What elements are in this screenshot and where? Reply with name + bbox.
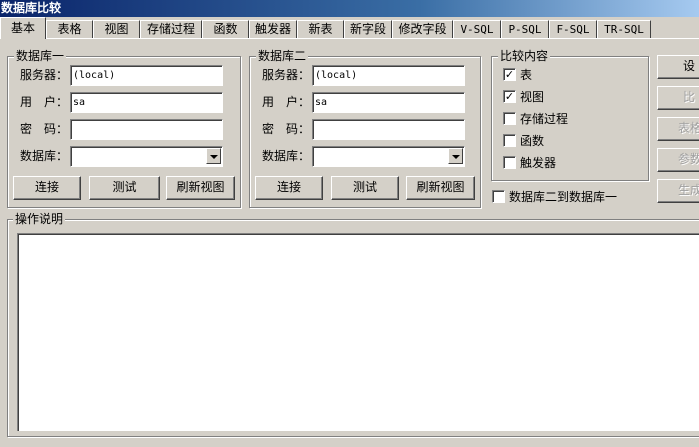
window-titlebar: 数据库比较	[0, 0, 699, 17]
tab-tables[interactable]: 表格	[46, 20, 93, 39]
direction-label: 数据库二到数据库一	[509, 190, 618, 204]
compare-functions-label: 函数	[520, 134, 545, 148]
db2-server-input[interactable]: (local)	[312, 65, 465, 86]
generate-button[interactable]: 生成	[657, 179, 699, 203]
compare-tables-checkbox[interactable]: ✓	[503, 68, 516, 81]
compare-functions-checkbox[interactable]	[503, 134, 516, 147]
tab-views[interactable]: 视图	[93, 20, 140, 39]
tab-new-fields[interactable]: 新字段	[344, 20, 392, 39]
db1-title: 数据库一	[14, 49, 67, 63]
tab-functions[interactable]: 函数	[202, 20, 249, 39]
tab-v-sql[interactable]: V-SQL	[453, 20, 501, 39]
compare-views-label: 视图	[520, 90, 545, 104]
tab-divider	[0, 38, 699, 39]
db1-password-input[interactable]	[70, 119, 223, 140]
db1-password-label: 密 码：	[20, 122, 69, 136]
tab-p-sql[interactable]: P-SQL	[501, 20, 549, 39]
table-button[interactable]: 表格	[657, 117, 699, 141]
db1-connect-button[interactable]: 连接	[13, 176, 81, 200]
db1-database-select[interactable]	[70, 146, 223, 167]
db1-server-input[interactable]: (local)	[70, 65, 223, 86]
tab-basic[interactable]: 基本	[0, 17, 46, 39]
tab-strip: 基本 表格 视图 存储过程 函数 触发器 新表 新字段 修改字段 V-SQL P…	[0, 17, 699, 39]
compare-procedures-label: 存储过程	[520, 112, 569, 126]
instructions-title: 操作说明	[13, 212, 66, 226]
db1-refresh-button[interactable]: 刷新视图	[166, 176, 235, 200]
tab-new-tables[interactable]: 新表	[297, 20, 344, 39]
tab-tr-sql[interactable]: TR-SQL	[597, 20, 651, 39]
tab-stored-procedures[interactable]: 存储过程	[140, 20, 202, 39]
db1-test-button[interactable]: 测试	[89, 176, 160, 200]
db2-connect-button[interactable]: 连接	[255, 176, 323, 200]
db1-user-input[interactable]: sa	[70, 92, 223, 113]
db2-password-input[interactable]	[312, 119, 465, 140]
db2-database-label: 数据库：	[262, 149, 311, 163]
compare-tables-label: 表	[520, 68, 533, 82]
tab-modify-fields[interactable]: 修改字段	[392, 20, 453, 39]
db2-server-label: 服务器：	[262, 68, 311, 82]
compare-triggers-checkbox[interactable]	[503, 156, 516, 169]
db2-password-label: 密 码：	[262, 122, 311, 136]
db2-user-label: 用 户：	[262, 95, 311, 109]
db1-database-label: 数据库：	[20, 149, 69, 163]
compare-views-checkbox[interactable]: ✓	[503, 90, 516, 103]
settings-button[interactable]: 设	[657, 55, 699, 79]
compare-triggers-label: 触发器	[520, 156, 557, 170]
compare-procedures-checkbox[interactable]	[503, 112, 516, 125]
instructions-textarea[interactable]	[17, 233, 699, 431]
compare-button[interactable]: 比	[657, 86, 699, 110]
tab-f-sql[interactable]: F-SQL	[549, 20, 597, 39]
db2-test-button[interactable]: 测试	[331, 176, 399, 200]
chevron-down-icon[interactable]	[206, 148, 221, 164]
params-button[interactable]: 参数	[657, 148, 699, 172]
chevron-down-icon[interactable]	[448, 148, 463, 164]
compare-title: 比较内容	[498, 49, 551, 63]
db2-refresh-button[interactable]: 刷新视图	[406, 176, 475, 200]
tab-triggers[interactable]: 触发器	[249, 20, 297, 39]
db1-user-label: 用 户：	[20, 95, 69, 109]
direction-checkbox[interactable]	[492, 190, 505, 203]
db2-user-input[interactable]: sa	[312, 92, 465, 113]
db2-title: 数据库二	[256, 49, 309, 63]
db1-server-label: 服务器：	[20, 68, 69, 82]
db2-database-select[interactable]	[312, 146, 465, 167]
